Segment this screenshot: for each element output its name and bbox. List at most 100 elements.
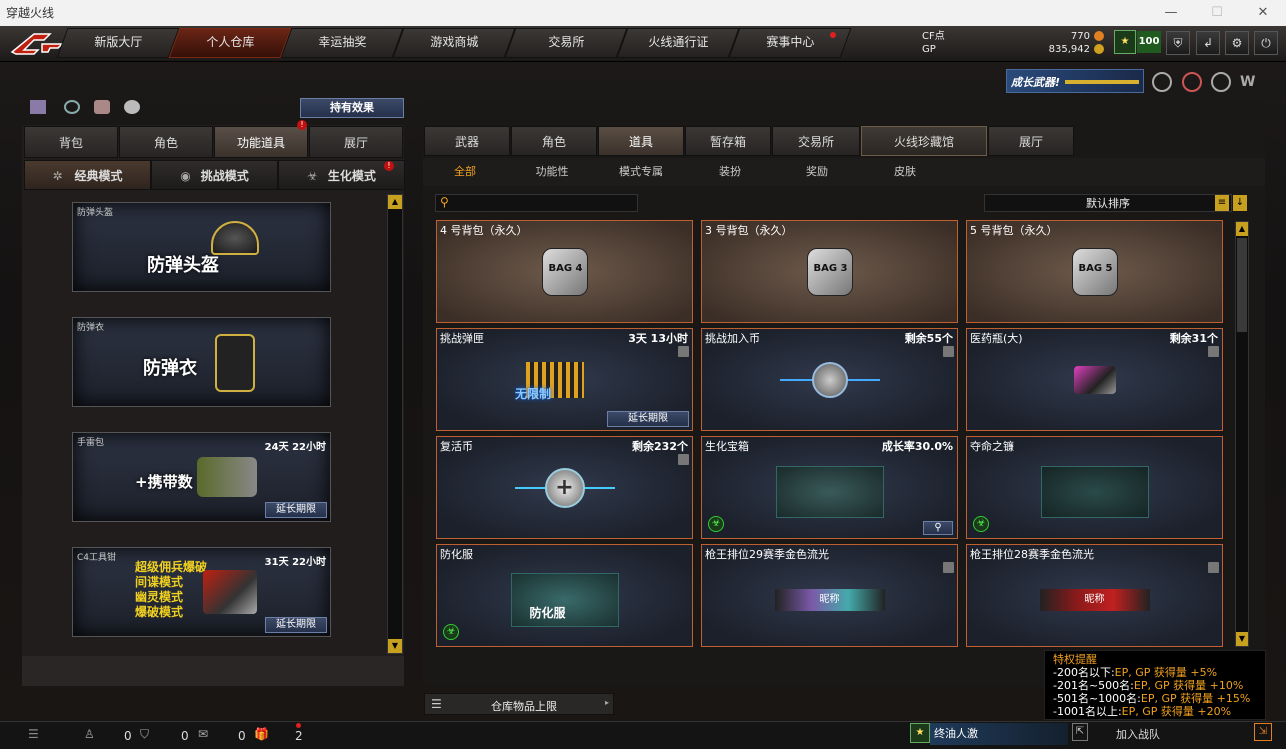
maximize-icon[interactable]: ☐ xyxy=(1194,0,1240,26)
card-title: 3 号背包（永久） xyxy=(705,224,793,237)
trash-icon[interactable] xyxy=(678,346,689,357)
scroll-thumb[interactable] xyxy=(1237,238,1247,332)
right-tab-weapons[interactable]: 武器 xyxy=(424,126,510,156)
subtab-functional[interactable]: 功能性 xyxy=(527,162,577,182)
shield-icon[interactable]: ⛉ xyxy=(140,727,149,742)
message-count: 0 xyxy=(238,729,246,743)
cycle-icon[interactable] xyxy=(64,100,80,114)
nav-tab-pass[interactable]: 火线通行证 xyxy=(616,28,740,58)
left-tab-function-items[interactable]: 功能道具 xyxy=(214,126,308,158)
mode-tab-challenge[interactable]: ◉ 挑战模式 xyxy=(151,160,278,190)
subtab-skins[interactable]: 皮肤 xyxy=(880,162,930,182)
join-clan-link[interactable]: 加入战队 xyxy=(1116,726,1160,742)
right-tab-collection[interactable]: 火线珍藏馆 xyxy=(861,126,987,156)
trash-icon[interactable] xyxy=(943,562,954,573)
friends-icon[interactable]: ♙ xyxy=(84,727,95,741)
item-card[interactable]: 医药瓶(大) 剩余31个 xyxy=(966,328,1223,431)
item-card[interactable]: 挑战加入币 剩余55个 xyxy=(701,328,958,431)
card-title: 防化服 xyxy=(440,548,473,561)
item-label: 防弹头盔 xyxy=(77,208,114,218)
right-tab-hall[interactable]: 展厅 xyxy=(988,126,1074,156)
badge-icon[interactable] xyxy=(1152,72,1172,92)
backpack-icon: BAG 5 xyxy=(1071,247,1118,296)
item-card[interactable]: 4 号背包（永久） BAG 4 xyxy=(436,220,693,323)
mode-tab-classic[interactable]: ✲ 经典模式 xyxy=(24,160,151,190)
card-title: 挑战弹匣 xyxy=(440,332,484,345)
nav-tab-shop[interactable]: 游戏商城 xyxy=(392,28,516,58)
scroll-up-icon[interactable]: ▲ xyxy=(388,195,402,209)
nav-tab-lobby[interactable]: 新版大厅 xyxy=(56,28,180,58)
cf-coin-icon xyxy=(1094,31,1104,41)
left-tab-backpack[interactable]: 背包 xyxy=(24,126,118,158)
team-icon[interactable] xyxy=(30,100,46,114)
chat-icon[interactable]: ✉ xyxy=(198,727,208,741)
extend-button[interactable]: 延长期限 xyxy=(607,411,689,427)
scroll-down-icon[interactable]: ▼ xyxy=(388,639,402,653)
storage-limit-button[interactable]: ☰ 仓库物品上限 ▸ xyxy=(424,693,614,715)
minimize-icon[interactable]: — xyxy=(1148,0,1194,26)
unlimited-label: 无限制 xyxy=(515,387,552,401)
player-invite[interactable]: 终油人激 xyxy=(930,723,1068,745)
nav-tab-exchange[interactable]: 交易所 xyxy=(504,28,628,58)
trash-icon[interactable] xyxy=(1208,562,1219,573)
item-card[interactable]: 生化宝箱 成长率30.0% ☣ ⚲ xyxy=(701,436,958,539)
nav-tab-lottery[interactable]: 幸运抽奖 xyxy=(280,28,404,58)
item-card[interactable]: 防化服 防化服 ☣ xyxy=(436,544,693,647)
list-icon[interactable]: ☰ xyxy=(28,727,39,741)
shield-icon[interactable]: ⛨ xyxy=(1166,31,1190,55)
left-scrollbar[interactable]: ▲ ▼ xyxy=(387,194,403,654)
growth-weapon-banner[interactable]: 成长武器! xyxy=(1006,69,1144,93)
right-tab-exchange[interactable]: 交易所 xyxy=(772,126,860,156)
item-card[interactable]: 挑战弹匣 3天 13小时 无限制 延长期限 xyxy=(436,328,693,431)
gear-icon[interactable]: ⚙ xyxy=(1225,31,1249,55)
w-logo-icon[interactable]: W xyxy=(1240,74,1255,90)
item-card-armor[interactable]: 防弹衣 防弹衣 xyxy=(72,317,331,407)
gift-icon[interactable]: 🎁 xyxy=(254,727,269,741)
power-icon[interactable]: ⏻ xyxy=(1254,31,1278,55)
biohazard-icon: ☣ xyxy=(307,169,318,183)
right-tab-storage[interactable]: 暂存箱 xyxy=(685,126,771,156)
subtab-rewards[interactable]: 奖励 xyxy=(792,162,842,182)
card-title: 枪王排位29赛季金色流光 xyxy=(705,548,829,561)
return-icon[interactable]: ↲ xyxy=(1196,31,1220,55)
right-tab-items[interactable]: 道具 xyxy=(598,126,684,156)
item-card-c4-tool[interactable]: C4工具钳 31天 22小时 超级佣兵爆破 间谍模式 幽灵模式 爆破模式 延长期限 xyxy=(72,547,331,637)
item-card[interactable]: 夺命之镰 ☣ xyxy=(966,436,1223,539)
item-card[interactable]: 复活币 剩余232个 + xyxy=(436,436,693,539)
subtab-dressup[interactable]: 装扮 xyxy=(705,162,755,182)
sort-arrow-icon[interactable]: ↓ xyxy=(1233,195,1247,211)
extend-button[interactable]: 延长期限 xyxy=(265,617,327,633)
right-scrollbar[interactable]: ▲ ▼ xyxy=(1235,221,1249,647)
item-card[interactable]: 3 号背包（永久） BAG 3 xyxy=(701,220,958,323)
effect-button[interactable]: 持有效果 xyxy=(300,98,404,118)
scroll-up-icon[interactable]: ▲ xyxy=(1236,222,1248,236)
trash-icon[interactable] xyxy=(1208,346,1219,357)
left-tab-hall[interactable]: 展厅 xyxy=(309,126,403,158)
item-card-grenade-bag[interactable]: 手雷包 24天 22小时 +携带数 延长期限 xyxy=(72,432,331,522)
item-card[interactable]: 枪王排位28赛季金色流光 昵称 xyxy=(966,544,1223,647)
right-tab-character[interactable]: 角色 xyxy=(511,126,597,156)
trash-icon[interactable] xyxy=(678,454,689,465)
extend-button[interactable]: 延长期限 xyxy=(265,502,327,518)
magnify-icon[interactable]: ⚲ xyxy=(923,521,953,535)
claw-icon[interactable] xyxy=(1211,72,1231,92)
expand-icon[interactable]: ⇱ xyxy=(1072,723,1088,741)
subtab-all[interactable]: 全部 xyxy=(440,162,490,182)
open-icon[interactable]: ⇲ xyxy=(1254,723,1272,741)
left-tab-character[interactable]: 角色 xyxy=(119,126,213,158)
item-card[interactable]: 枪王排位29赛季金色流光 昵称 xyxy=(701,544,958,647)
menu-icon[interactable]: ≡ xyxy=(1215,195,1229,211)
trash-icon[interactable] xyxy=(943,346,954,357)
item-label: C4工具钳 xyxy=(77,553,117,563)
item-card[interactable]: 5 号背包（永久） BAG 5 xyxy=(966,220,1223,323)
subtab-mode-exclusive[interactable]: 模式专属 xyxy=(610,162,672,182)
scroll-down-icon[interactable]: ▼ xyxy=(1236,632,1248,646)
search-input[interactable] xyxy=(435,194,638,212)
target-icon[interactable] xyxy=(1182,72,1202,92)
item-card-helmet[interactable]: 防弹头盔 防弹头盔 xyxy=(72,202,331,292)
sort-dropdown[interactable]: 默认排序 xyxy=(984,194,1232,212)
mouse-icon[interactable] xyxy=(124,100,140,114)
close-icon[interactable]: ✕ xyxy=(1240,0,1286,26)
nav-tab-warehouse[interactable]: 个人仓库 xyxy=(168,28,292,58)
character-icon[interactable] xyxy=(94,100,110,114)
